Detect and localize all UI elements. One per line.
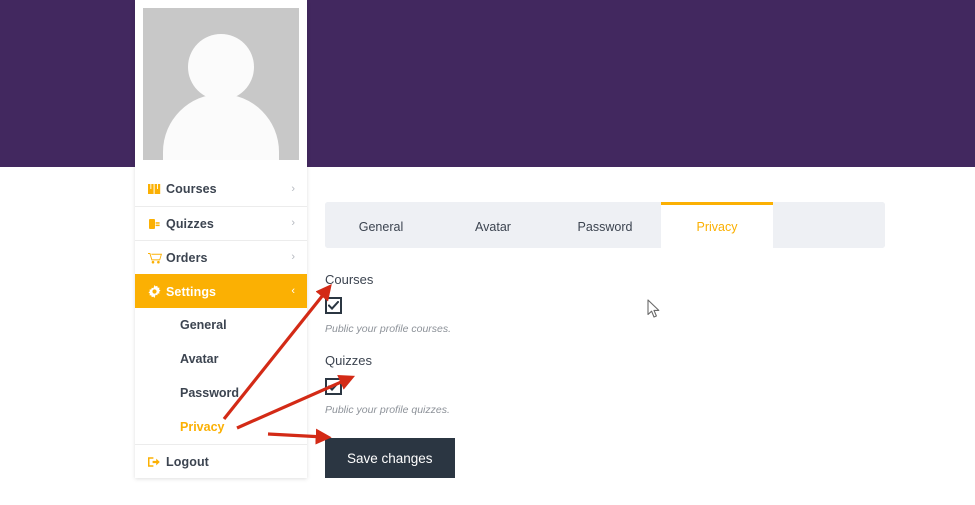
chevron-right-icon: › — [291, 251, 295, 263]
sidebar-subitem-general[interactable]: General — [135, 308, 307, 342]
avatar-nav-spacer — [135, 160, 307, 172]
field-hint-quizzes: Public your profile quizzes. — [325, 404, 450, 416]
sidebar-nav: Courses › Quizzes › Orders › Settings ‹ … — [135, 172, 307, 478]
field-hint-courses: Public your profile courses. — [325, 323, 452, 335]
sidebar-item-label: Logout — [166, 454, 209, 469]
sidebar-item-settings[interactable]: Settings ‹ — [135, 274, 307, 308]
avatar-body-shape — [163, 94, 279, 160]
book-icon — [148, 183, 166, 195]
sidebar-item-orders[interactable]: Orders › — [135, 240, 307, 274]
profile-sidebar-card: Courses › Quizzes › Orders › Settings ‹ … — [135, 0, 307, 478]
tab-label: Avatar — [475, 219, 511, 234]
field-label-quizzes: Quizzes — [325, 353, 372, 368]
avatar-wrapper — [135, 0, 307, 160]
tab-label: General — [358, 219, 404, 234]
sidebar-subitem-label: General — [180, 318, 227, 332]
privacy-form: Courses Public your profile courses. Qui… — [325, 248, 885, 478]
sidebar-subitem-avatar[interactable]: Avatar — [135, 342, 307, 376]
quizzes-checkbox[interactable] — [325, 378, 342, 395]
sidebar-item-logout[interactable]: Logout — [135, 444, 307, 478]
tab-label: Privacy — [696, 219, 738, 234]
avatar-head-shape — [188, 34, 254, 100]
sidebar-subitem-privacy[interactable]: Privacy — [135, 410, 307, 444]
settings-tabs: General Avatar Password Privacy — [325, 202, 885, 248]
avatar — [143, 8, 299, 160]
sidebar-subitem-password[interactable]: Password — [135, 376, 307, 410]
field-spacer — [325, 335, 885, 353]
field-label-courses: Courses — [325, 272, 374, 287]
field-courses: Courses Public your profile courses. — [325, 272, 885, 335]
check-icon — [328, 301, 339, 310]
page-root: Courses › Quizzes › Orders › Settings ‹ … — [0, 0, 975, 505]
settings-panel: General Avatar Password Privacy Courses — [325, 202, 885, 478]
tab-avatar[interactable]: Avatar — [437, 202, 549, 248]
sign-out-icon — [148, 456, 166, 468]
sidebar-item-quizzes[interactable]: Quizzes › — [135, 206, 307, 240]
sidebar-subitem-label: Avatar — [180, 352, 219, 366]
tab-general[interactable]: General — [325, 202, 437, 248]
chevron-right-icon: › — [291, 217, 295, 229]
tab-privacy[interactable]: Privacy — [661, 202, 773, 248]
save-changes-button[interactable]: Save changes — [325, 438, 455, 478]
courses-checkbox[interactable] — [325, 297, 342, 314]
chevron-right-icon: › — [291, 182, 295, 195]
tab-password[interactable]: Password — [549, 202, 661, 248]
sidebar-subitem-label: Privacy — [180, 420, 225, 434]
sidebar-item-courses[interactable]: Courses › — [135, 172, 307, 206]
cart-icon — [148, 252, 166, 264]
sidebar-item-label: Orders — [166, 250, 208, 265]
chevron-left-icon: ‹ — [291, 285, 295, 297]
tab-label: Password — [577, 219, 633, 234]
sidebar-subitem-label: Password — [180, 386, 240, 400]
tab-empty-filler — [773, 202, 885, 248]
sidebar-item-label: Quizzes — [166, 216, 214, 231]
field-quizzes: Quizzes Public your profile quizzes. — [325, 353, 885, 416]
gear-icon — [148, 285, 166, 298]
sidebar-item-label: Settings — [166, 284, 217, 299]
sidebar-item-label: Courses — [166, 182, 217, 196]
quiz-icon — [148, 218, 166, 230]
check-icon — [328, 382, 339, 391]
